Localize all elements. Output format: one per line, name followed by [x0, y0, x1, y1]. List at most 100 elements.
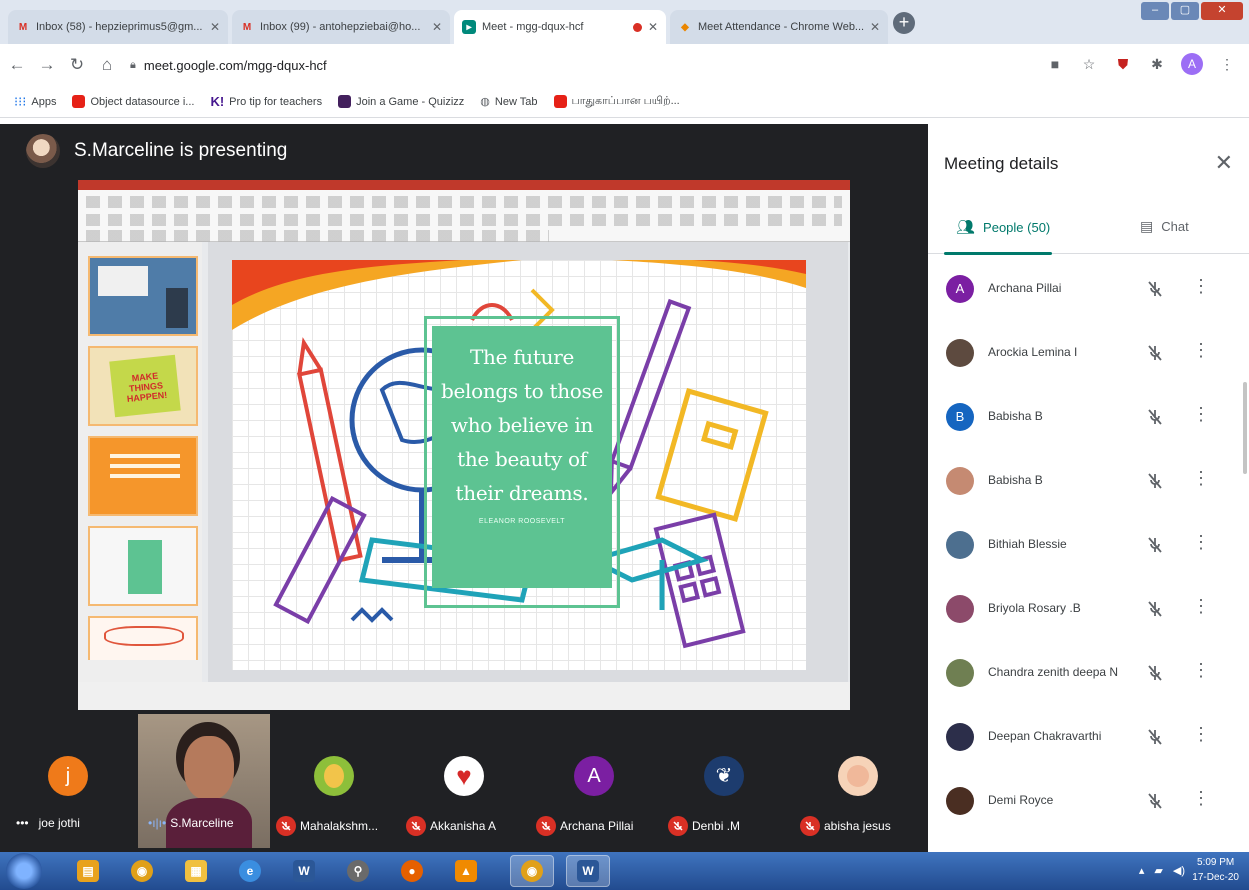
camera-in-use-icon[interactable]: ■: [1045, 54, 1065, 74]
profile-avatar[interactable]: A: [1181, 53, 1203, 75]
bookmark-item[interactable]: Join a Game - Quizizz: [338, 95, 464, 108]
mic-off-icon[interactable]: [1144, 278, 1166, 300]
taskbar-app-active[interactable]: W: [566, 855, 610, 887]
close-tab-icon[interactable]: ✕: [870, 20, 880, 34]
close-tab-icon[interactable]: ✕: [210, 20, 220, 34]
more-options-icon[interactable]: ⋮: [1192, 532, 1210, 553]
participant-tile[interactable]: j ••• joe jothi: [0, 714, 130, 848]
slide-thumbnail-current[interactable]: [88, 526, 198, 606]
window-controls: – ▢ ✕: [1141, 2, 1243, 20]
windows-explorer-icon: ▤: [77, 860, 99, 882]
extensions-puzzle-icon[interactable]: ✱: [1147, 54, 1167, 74]
close-icon[interactable]: ✕: [1215, 150, 1233, 176]
browser-tab-meet[interactable]: ▸ Meet - mgg-dqux-hcf ✕: [454, 10, 666, 44]
mic-off-icon[interactable]: [1144, 726, 1166, 748]
participant-name: Denbi .M: [692, 819, 741, 833]
mic-off-icon[interactable]: [1144, 598, 1166, 620]
participant-name-row: abisha jesus: [800, 816, 891, 836]
windows-taskbar: ▤ ◉ ▦ e W ⚲ ● ▲ ◉ W ▴ ▰ ◀) 5:09 PM 17-De…: [0, 852, 1249, 890]
close-tab-icon[interactable]: ✕: [432, 20, 442, 34]
mic-off-icon[interactable]: [1144, 342, 1166, 364]
mic-off-icon[interactable]: [1144, 406, 1166, 428]
address-bar[interactable]: 🔒︎ meet.google.com/mgg-dqux-hcf: [130, 58, 327, 73]
participant-tile[interactable]: A Archana Pillai: [536, 714, 660, 848]
avatar: A: [946, 275, 974, 303]
bookmark-item[interactable]: K! Pro tip for teachers: [210, 94, 322, 109]
presentation-ribbon: [78, 180, 850, 242]
volume-icon[interactable]: ◀): [1173, 864, 1185, 877]
avatar: [946, 531, 974, 559]
list-item: Briyola Rosary .B ⋮: [928, 578, 1249, 642]
participant-video-tile[interactable]: •ı|ı• S.Marceline: [138, 714, 270, 848]
more-options-icon[interactable]: ⋮: [1192, 340, 1210, 361]
more-options-icon[interactable]: ⋮: [1192, 788, 1210, 809]
minimize-icon[interactable]: –: [1141, 2, 1169, 20]
browser-tab[interactable]: M Inbox (99) - antohepziebai@ho... ✕: [232, 10, 450, 44]
maximize-icon[interactable]: ▢: [1171, 2, 1199, 20]
participant-avatar: A: [574, 756, 614, 796]
taskbar-app[interactable]: e: [228, 855, 272, 887]
taskbar-app-active[interactable]: ◉: [510, 855, 554, 887]
browser-tab[interactable]: ◆ Meet Attendance - Chrome Web... ✕: [670, 10, 888, 44]
bookmark-item[interactable]: ◍ New Tab: [480, 95, 537, 109]
shared-screen[interactable]: MAKE THINGS HAPPEN! The future belongs t…: [78, 180, 850, 710]
participant-name: Babisha B: [988, 409, 1043, 423]
menu-kebab-icon[interactable]: ⋮: [1217, 54, 1237, 74]
scrollbar[interactable]: [1243, 382, 1247, 474]
browser-tab[interactable]: M Inbox (58) - hepzieprimus5@gm... ✕: [8, 10, 228, 44]
slide-thumbnail[interactable]: [88, 256, 198, 336]
speaking-indicator-icon: •ı|ı•: [148, 816, 167, 830]
browser-toolbar: ← → ↻ ⌂ 🔒︎ meet.google.com/mgg-dqux-hcf …: [0, 44, 1249, 86]
participant-tile[interactable]: ♥ Akkanisha A: [404, 714, 524, 848]
participant-tile[interactable]: Mahalakshm...: [274, 714, 398, 848]
mic-off-icon[interactable]: [1144, 662, 1166, 684]
reload-icon[interactable]: ↻: [64, 55, 90, 75]
taskbar-app[interactable]: ⚲: [336, 855, 380, 887]
start-button[interactable]: [6, 853, 42, 889]
close-tab-icon[interactable]: ✕: [648, 20, 658, 34]
tab-label: Chat: [1161, 219, 1189, 234]
mic-off-icon[interactable]: [1144, 470, 1166, 492]
network-icon[interactable]: ▰: [1154, 864, 1162, 877]
taskbar-app[interactable]: W: [282, 855, 326, 887]
forward-icon[interactable]: →: [34, 55, 60, 75]
mic-off-icon[interactable]: [1144, 534, 1166, 556]
bookmark-item[interactable]: பாதுகாப்பான பயிற்...: [553, 95, 680, 109]
more-participants-icon[interactable]: •••: [16, 816, 29, 830]
tab-people[interactable]: 👥︎ People (50): [956, 218, 1050, 236]
clock-time: 5:09 PM: [1197, 857, 1235, 868]
more-options-icon[interactable]: ⋮: [1192, 404, 1210, 425]
more-options-icon[interactable]: ⋮: [1192, 660, 1210, 681]
more-options-icon[interactable]: ⋮: [1192, 724, 1210, 745]
quote-line: their dreams.: [455, 481, 589, 505]
youtube-icon: [553, 95, 567, 108]
mic-off-icon[interactable]: [1144, 790, 1166, 812]
bookmark-apps[interactable]: ⁝⁝⁝ Apps: [14, 94, 56, 110]
close-window-icon[interactable]: ✕: [1201, 2, 1243, 20]
extension-shield-icon[interactable]: ⛊: [1113, 54, 1133, 74]
tab-chat[interactable]: ▤ Chat: [1140, 218, 1189, 235]
avatar: B: [946, 403, 974, 431]
new-tab-button[interactable]: +: [893, 12, 915, 34]
bookmark-star-icon[interactable]: ☆: [1079, 54, 1099, 74]
back-icon[interactable]: ←: [4, 55, 30, 75]
search-program-icon: ⚲: [347, 860, 369, 882]
home-icon[interactable]: ⌂: [94, 55, 120, 75]
participant-tile[interactable]: ❦ Denbi .M: [668, 714, 778, 848]
more-options-icon[interactable]: ⋮: [1192, 276, 1210, 297]
slide-thumbnail[interactable]: [88, 436, 198, 516]
taskbar-app[interactable]: ▤: [66, 855, 110, 887]
more-options-icon[interactable]: ⋮: [1192, 596, 1210, 617]
taskbar-app[interactable]: ▲: [444, 855, 488, 887]
show-hidden-icons-icon[interactable]: ▴: [1139, 864, 1145, 877]
taskbar-app[interactable]: ●: [390, 855, 434, 887]
more-options-icon[interactable]: ⋮: [1192, 468, 1210, 489]
slide-thumbnail[interactable]: [88, 616, 198, 660]
participant-tile[interactable]: abisha jesus: [800, 714, 924, 848]
taskbar-app[interactable]: ▦: [174, 855, 218, 887]
bookmark-item[interactable]: Object datasource i...: [72, 95, 194, 108]
taskbar-clock[interactable]: 5:09 PM 17-Dec-20: [1192, 855, 1239, 885]
slide-thumbnail[interactable]: MAKE THINGS HAPPEN!: [88, 346, 198, 426]
mic-off-icon: [800, 816, 820, 836]
taskbar-app[interactable]: ◉: [120, 855, 164, 887]
